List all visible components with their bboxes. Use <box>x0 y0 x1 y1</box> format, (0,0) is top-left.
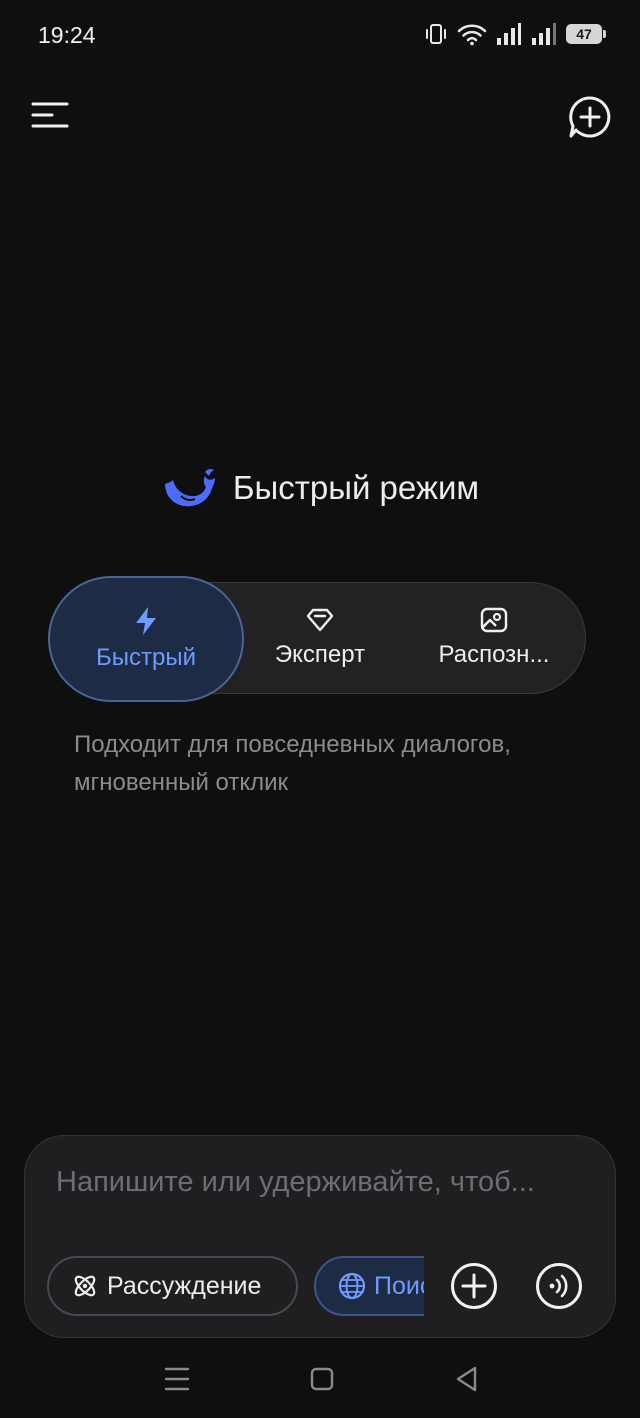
atom-icon <box>74 1275 96 1297</box>
lightning-icon <box>136 607 156 635</box>
mode-recognize-button[interactable]: Распозн... <box>400 582 588 694</box>
diamond-icon <box>306 608 334 632</box>
battery-indicator: 47 <box>566 24 606 44</box>
mode-recognize-label: Распозн... <box>438 641 550 668</box>
mode-fast-button[interactable]: Быстрый <box>48 576 244 702</box>
vibrate-icon <box>426 24 446 44</box>
home-icon[interactable] <box>307 1364 337 1394</box>
globe-icon <box>338 1272 366 1300</box>
screen: 19:24 47 Быстрый режим Быстрый Эксперт Р… <box>0 0 640 1418</box>
reasoning-toggle[interactable]: Рассуждение <box>47 1256 298 1316</box>
attach-button[interactable] <box>450 1262 498 1310</box>
search-label: Поиск <box>374 1271 424 1300</box>
search-toggle-clip: Поиск <box>314 1256 424 1316</box>
new-chat-icon[interactable] <box>567 94 613 140</box>
whale-logo-icon <box>164 468 215 507</box>
status-time: 19:24 <box>38 22 96 48</box>
signal-icon <box>497 23 521 45</box>
reasoning-label: Рассуждение <box>107 1271 262 1300</box>
image-recognition-icon <box>480 607 508 633</box>
wifi-icon <box>457 24 487 46</box>
menu-icon[interactable] <box>30 100 70 130</box>
signal-icon-2 <box>532 23 556 45</box>
recent-apps-icon[interactable] <box>162 1364 192 1394</box>
mode-title: Быстрый режим <box>0 466 640 510</box>
mode-expert-button[interactable]: Эксперт <box>250 582 390 694</box>
page-title: Быстрый режим <box>232 469 480 506</box>
message-input[interactable] <box>56 1166 586 1199</box>
search-toggle[interactable]: Поиск <box>314 1256 424 1316</box>
mode-expert-label: Эксперт <box>274 641 366 668</box>
back-icon[interactable] <box>452 1364 482 1394</box>
mode-fast-label: Быстрый <box>96 644 196 671</box>
mode-description: Подходит для повседневных диалогов, мгно… <box>74 731 511 796</box>
voice-button[interactable] <box>535 1262 583 1310</box>
status-icons: 47 <box>424 22 606 46</box>
